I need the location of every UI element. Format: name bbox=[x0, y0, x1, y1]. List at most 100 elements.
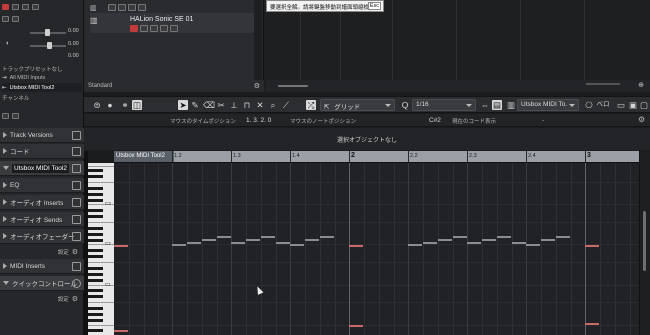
edit-instrument-button[interactable] bbox=[2, 112, 9, 119]
layout-icon[interactable]: ▭ bbox=[616, 100, 626, 110]
midi-note[interactable] bbox=[438, 239, 452, 241]
section-instrument[interactable]: Utsbox MIDI Tool2 bbox=[0, 161, 84, 176]
black-key[interactable] bbox=[88, 227, 103, 230]
gear-icon[interactable]: ⚙ bbox=[254, 82, 260, 90]
solo-button[interactable] bbox=[12, 15, 19, 22]
section-track-versions[interactable]: Track Versions bbox=[0, 128, 84, 143]
midi-note[interactable] bbox=[585, 323, 599, 325]
object-select-icon[interactable]: ➤ bbox=[178, 100, 188, 110]
midi-note[interactable] bbox=[276, 242, 290, 244]
midi-note[interactable] bbox=[114, 330, 128, 332]
midi-note[interactable] bbox=[305, 239, 319, 241]
record-enable-button[interactable] bbox=[2, 3, 9, 10]
midi-note[interactable] bbox=[290, 244, 304, 246]
write-button[interactable] bbox=[138, 4, 146, 11]
midi-note[interactable] bbox=[467, 242, 481, 244]
black-key[interactable] bbox=[88, 289, 103, 292]
volume-fader-knob[interactable] bbox=[45, 29, 50, 36]
midi-note[interactable] bbox=[320, 236, 334, 238]
mute-button[interactable] bbox=[140, 25, 148, 32]
gear-icon[interactable]: ⚙ bbox=[638, 115, 645, 124]
section-eq[interactable]: EQ bbox=[0, 178, 84, 193]
midi-note[interactable] bbox=[453, 236, 467, 238]
black-key[interactable] bbox=[88, 199, 103, 202]
black-key[interactable] bbox=[88, 209, 103, 212]
vertical-scrollbar[interactable] bbox=[639, 151, 650, 335]
piano-keyboard[interactable]: C3 C2 C1 bbox=[88, 163, 114, 335]
autoscroll-icon[interactable]: ◫ bbox=[132, 100, 142, 110]
midi-icon[interactable]: ⎔ bbox=[584, 100, 594, 110]
midi-note[interactable] bbox=[541, 239, 555, 241]
solo-button[interactable] bbox=[150, 25, 158, 32]
section-quick-controls[interactable]: クイックコントロール bbox=[0, 276, 84, 291]
black-key[interactable] bbox=[88, 295, 103, 298]
black-key[interactable] bbox=[88, 215, 103, 218]
midi-output-row[interactable]: ⇤ Utsbox MIDI Tool2 bbox=[2, 83, 82, 92]
black-key[interactable] bbox=[88, 279, 103, 282]
read-button[interactable] bbox=[160, 25, 168, 32]
channel-row[interactable]: チャンネル bbox=[2, 93, 82, 102]
bypass-button[interactable] bbox=[12, 112, 19, 119]
record-icon[interactable]: ● bbox=[105, 100, 115, 110]
zoom-window-icon[interactable]: ▢ bbox=[639, 100, 649, 110]
black-key[interactable] bbox=[88, 193, 103, 196]
mute-button[interactable] bbox=[108, 4, 116, 11]
monitor-button[interactable] bbox=[12, 3, 19, 10]
midi-note[interactable] bbox=[231, 242, 245, 244]
midi-note[interactable] bbox=[408, 244, 422, 246]
black-key[interactable] bbox=[88, 313, 103, 316]
read-button[interactable] bbox=[128, 4, 136, 11]
midi-note[interactable] bbox=[497, 236, 511, 238]
midi-note[interactable] bbox=[482, 239, 496, 241]
section-midi-inserts[interactable]: MIDI Inserts bbox=[0, 259, 84, 274]
zoom-slider[interactable] bbox=[586, 83, 620, 85]
black-key[interactable] bbox=[88, 273, 103, 276]
write-button[interactable] bbox=[170, 25, 178, 32]
black-key[interactable] bbox=[88, 169, 103, 172]
black-key[interactable] bbox=[88, 175, 103, 178]
read-button[interactable] bbox=[22, 3, 29, 10]
quantize-icon[interactable]: Q bbox=[400, 100, 410, 110]
midi-note[interactable] bbox=[187, 242, 201, 244]
midi-note[interactable] bbox=[172, 244, 186, 246]
erase-icon[interactable]: ⌫ bbox=[203, 100, 215, 110]
solo-button[interactable] bbox=[118, 4, 126, 11]
black-key[interactable] bbox=[88, 249, 103, 252]
trim-icon[interactable]: ✂ bbox=[216, 100, 226, 110]
vertical-scroll-thumb[interactable] bbox=[643, 211, 646, 271]
show-info-icon[interactable]: ▤ bbox=[492, 100, 502, 110]
black-key[interactable] bbox=[88, 267, 103, 270]
midi-note[interactable] bbox=[246, 239, 260, 241]
split-icon[interactable]: ⟂ bbox=[229, 100, 239, 110]
midi-note[interactable] bbox=[423, 242, 437, 244]
midi-note[interactable] bbox=[512, 242, 526, 244]
write-button[interactable] bbox=[32, 3, 39, 10]
midi-note[interactable] bbox=[349, 245, 363, 247]
black-key[interactable] bbox=[88, 255, 103, 258]
midi-note[interactable] bbox=[261, 236, 275, 238]
solo-editor-icon[interactable]: ⊜ bbox=[92, 100, 102, 110]
track-preset-row[interactable]: トラックプリセットなし bbox=[2, 64, 82, 73]
glue-icon[interactable]: ⊓ bbox=[242, 100, 252, 110]
zoom-icon[interactable]: ⊕ bbox=[638, 81, 644, 89]
window-layout-icon[interactable]: ▣ bbox=[628, 100, 638, 110]
track-row-instrument[interactable]: ▥ HALion Sonic SE 01 bbox=[90, 13, 262, 33]
track-list-scrollbar[interactable] bbox=[254, 0, 262, 80]
mute-tool-icon[interactable]: ✕ bbox=[255, 100, 265, 110]
midi-note[interactable] bbox=[202, 239, 216, 241]
quantize-mode-dropdown[interactable]: ⇱ グリッド bbox=[320, 99, 395, 111]
record-enable-button[interactable] bbox=[130, 25, 138, 32]
section-audio-sends[interactable]: オーディオ Sends bbox=[0, 212, 84, 227]
midi-input-row[interactable]: ⇥ All MIDI Inputs bbox=[2, 73, 82, 82]
quantize-value-dropdown[interactable]: 1/16 bbox=[412, 99, 476, 111]
horizontal-scroll-thumb[interactable] bbox=[278, 85, 308, 87]
section-chord[interactable]: コード bbox=[0, 144, 84, 159]
midi-note[interactable] bbox=[114, 245, 128, 247]
section-audio-fader[interactable]: オーディオフェーダー bbox=[0, 229, 84, 244]
gear-icon[interactable]: ⚙ bbox=[72, 295, 78, 303]
midi-note[interactable] bbox=[585, 245, 599, 247]
midi-note[interactable] bbox=[526, 244, 540, 246]
black-key[interactable] bbox=[88, 329, 103, 332]
black-key[interactable] bbox=[88, 307, 103, 310]
ruler[interactable]: Utsbox MIDI Tool2 1.2 1.3 1.4 2 2.2 2.3 … bbox=[114, 151, 639, 163]
